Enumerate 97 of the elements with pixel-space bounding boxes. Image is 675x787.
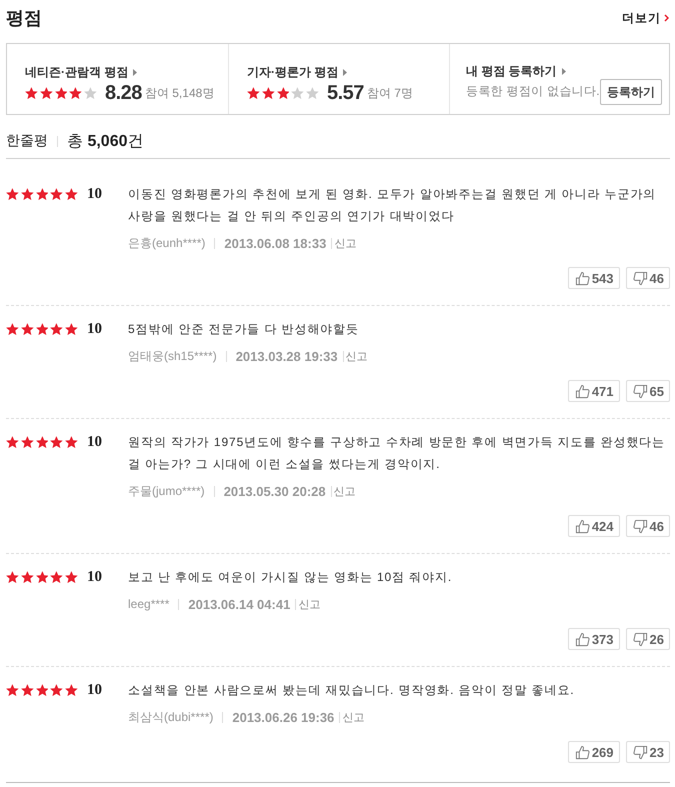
star-icon <box>36 570 48 584</box>
review-score: 10 <box>86 568 102 586</box>
rating-category-link[interactable]: 네티즌·관람객 평점 <box>25 64 138 80</box>
thumbs-down-icon <box>632 632 648 646</box>
star-icon <box>54 86 68 100</box>
star-icon <box>65 188 78 200</box>
register-rating-link[interactable]: 내 평점 등록하기 <box>466 63 600 79</box>
caret-icon <box>343 68 348 76</box>
review-date: 2013.06.26 19:36 <box>232 710 334 724</box>
star-icon <box>40 86 53 100</box>
author-name: 은흉(eunh****) <box>128 234 206 252</box>
no-rating-message: 등록한 평점이 없습니다. <box>466 83 600 100</box>
star-icon <box>36 684 48 696</box>
review-date: 2013.05.30 20:28 <box>224 484 326 498</box>
like-button[interactable]: 373 <box>568 628 620 650</box>
star-icon <box>6 436 19 448</box>
author-name: leeg**** <box>128 597 170 611</box>
average-score: 5.57 <box>326 82 364 104</box>
star-icon <box>65 684 78 696</box>
star-icon <box>65 322 78 336</box>
like-button[interactable]: 269 <box>568 741 620 763</box>
dislike-button[interactable]: 46 <box>626 515 670 537</box>
participant-count: 참여 5,148명 <box>144 84 214 102</box>
thumbs-down-icon <box>632 384 648 398</box>
participant-count: 참여 7명 <box>366 84 413 102</box>
review-date: 2013.06.08 18:33 <box>224 236 326 250</box>
comment-total: 총 5,060건 <box>67 132 144 152</box>
star-icon <box>36 436 48 448</box>
thumbs-up-icon <box>574 632 590 646</box>
report-link[interactable]: 신고 <box>334 236 356 250</box>
dislike-button[interactable]: 26 <box>626 628 670 650</box>
star-icon <box>84 86 97 100</box>
review-score: 10 <box>86 186 102 202</box>
author-name: 주물(jumo****) <box>128 482 205 500</box>
star-icon <box>36 188 48 200</box>
dislike-button[interactable]: 46 <box>626 267 670 289</box>
chevron-icon <box>664 14 669 22</box>
author-name: 최삼식(dubi****) <box>128 708 214 726</box>
report-link[interactable]: 신고 <box>334 484 356 498</box>
thumbs-up-icon <box>574 384 590 398</box>
star-icon <box>36 322 48 336</box>
star-icon <box>20 684 34 696</box>
thumbs-down-icon <box>632 518 648 534</box>
like-button[interactable]: 471 <box>568 380 620 402</box>
star-icon <box>20 188 34 200</box>
star-icon <box>306 86 319 100</box>
review-date: 2013.06.14 04:41 <box>188 596 290 612</box>
star-icon <box>65 436 78 448</box>
report-link[interactable]: 신고 <box>298 596 320 612</box>
author-name: 엄태웅(sh15****) <box>128 348 217 364</box>
review-text: 소설책을 안본 사람으로써 봤는데 재밌습니다. 명작영화. 음악이 정말 좋네요. <box>128 682 576 699</box>
review-date: 2013.03.28 19:33 <box>236 348 338 364</box>
page-title: 평점 <box>6 7 42 30</box>
star-icon <box>50 322 64 336</box>
report-link[interactable]: 신고 <box>346 348 368 364</box>
star-icon <box>20 570 34 584</box>
review-score: 10 <box>86 434 102 450</box>
like-button[interactable]: 543 <box>568 267 620 289</box>
star-icon <box>65 570 78 584</box>
star-icon <box>50 570 64 584</box>
review-score: 10 <box>86 682 102 698</box>
thumbs-up-icon <box>574 270 590 286</box>
star-icon <box>6 322 19 336</box>
star-icon <box>50 684 64 696</box>
comments-heading: 한줄평 <box>6 132 48 150</box>
star-icon <box>25 86 38 100</box>
like-button[interactable]: 424 <box>568 515 620 537</box>
review-text: 원작의 작가가 1975년도에 향수를 구상하고 수차례 방문한 후에 벽면가득 지도를 완성했다는 걸 아는가? 그 시대에 이런 소설을 썼다는게 경악이지. <box>128 434 666 473</box>
star-icon <box>247 86 260 100</box>
star-icon <box>276 86 290 100</box>
review-text: 5점밖에 안준 전문가들 다 반성해야할듯 <box>128 321 360 338</box>
star-icon <box>6 188 19 200</box>
more-link[interactable]: 더보기 <box>622 10 669 26</box>
star-icon <box>20 436 34 448</box>
star-icon <box>262 86 275 100</box>
star-icon <box>50 188 64 200</box>
dislike-button[interactable]: 23 <box>626 741 670 763</box>
thumbs-down-icon <box>632 270 648 286</box>
report-link[interactable]: 신고 <box>342 710 364 724</box>
rating-category-link[interactable]: 기자·평론가 평점 <box>247 64 348 80</box>
star-icon <box>6 570 19 584</box>
dislike-button[interactable]: 65 <box>626 380 670 402</box>
star-icon <box>20 322 34 336</box>
star-icon <box>50 436 64 448</box>
caret-icon <box>562 68 566 74</box>
caret-icon <box>133 68 138 76</box>
star-icon <box>6 684 19 696</box>
star-icon <box>69 86 82 100</box>
average-score: 8.28 <box>104 82 142 104</box>
review-score: 10 <box>86 320 102 338</box>
review-text: 보고 난 후에도 여운이 가시질 않는 영화는 10점 줘야지. <box>128 569 454 586</box>
star-icon <box>291 86 304 100</box>
review-text: 이동진 영화평론가의 추천에 보게 된 영화. 모두가 알아봐주는걸 원했던 게 아니라 누군가의 사랑을 원했다는 걸 안 뒤의 주인공의 연기가 대박이었다 <box>128 186 658 225</box>
thumbs-down-icon <box>632 744 648 760</box>
thumbs-up-icon <box>574 744 590 760</box>
register-button[interactable]: 등록하기 <box>600 79 662 105</box>
thumbs-up-icon <box>574 518 590 534</box>
